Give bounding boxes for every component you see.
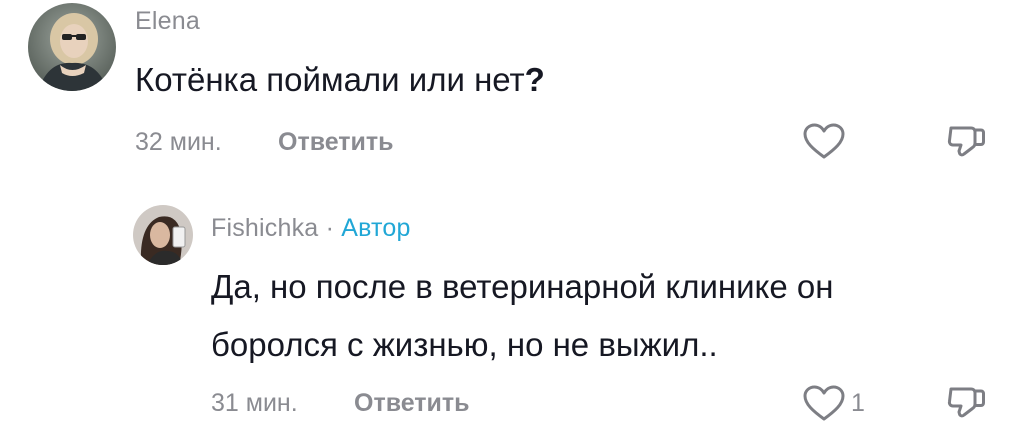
heart-outline-icon xyxy=(803,385,845,421)
username-separator: · xyxy=(325,214,335,242)
thumbs-down-icon xyxy=(947,387,985,418)
reply-text-line-2: боролся с жизнью, но не выжил.. xyxy=(211,326,718,363)
comment-text-question-mark: ? xyxy=(524,61,545,98)
reply-button[interactable]: Ответить xyxy=(278,128,394,157)
avatar-elena[interactable] xyxy=(28,3,116,91)
author-badge: Автор xyxy=(341,214,411,242)
comment-time: 32 мин. xyxy=(135,128,222,156)
comment-text: Котёнка поймали или нет? xyxy=(135,54,545,106)
like-button[interactable] xyxy=(801,121,847,161)
comment-text-main: Котёнка поймали или нет xyxy=(135,61,525,98)
reply-text-line-1: Да, но после в ветеринарной клинике он xyxy=(211,268,834,305)
reply-like-count: 1 xyxy=(851,389,865,417)
avatar-elena-image xyxy=(28,3,116,91)
reply-like-button[interactable] xyxy=(801,383,847,423)
thumbs-down-icon xyxy=(947,126,985,157)
avatar-fishichka[interactable] xyxy=(133,205,193,265)
username-row: Fishichka · Автор xyxy=(211,214,411,243)
reply-time: 31 мин. xyxy=(211,389,298,417)
reply-dislike-button[interactable] xyxy=(944,381,988,425)
dislike-button[interactable] xyxy=(944,120,988,164)
heart-outline-icon xyxy=(803,123,845,159)
reply-reply-button[interactable]: Ответить xyxy=(354,389,470,418)
avatar-fishichka-image xyxy=(133,205,193,265)
username-elena[interactable]: Elena xyxy=(135,7,200,36)
username-fishichka[interactable]: Fishichka xyxy=(211,214,318,242)
